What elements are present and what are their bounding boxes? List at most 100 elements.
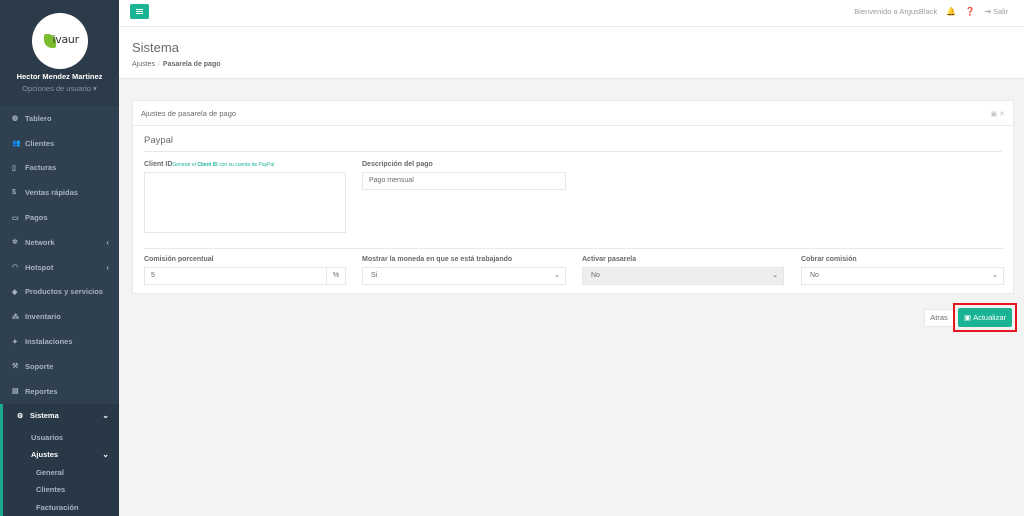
- client-id-label: Client IDGenerar el Client ID con su cue…: [144, 161, 274, 168]
- percent-addon: %: [326, 267, 345, 285]
- sidebar-subitem-ajustes[interactable]: Ajustes ⌄: [3, 446, 119, 464]
- panel-header: Ajustes de pasarela de pago ▣ ✕: [133, 101, 1013, 126]
- section-title-paypal: Paypal: [144, 135, 1002, 152]
- wrench-icon: ⚒: [12, 363, 19, 371]
- sidebar-item-label: Sistema: [30, 411, 59, 421]
- chevron-left-icon: ‹: [106, 237, 109, 247]
- breadcrumb: Ajustes / Pasarela de pago: [132, 61, 1024, 68]
- sidebar-item-instalaciones[interactable]: ✦ Instalaciones: [0, 329, 119, 354]
- activate-gateway-select[interactable]: No ⌄: [582, 267, 784, 285]
- chevron-down-icon: ⌄: [102, 411, 109, 421]
- hint-text-pre: Generar el: [172, 162, 197, 168]
- panel-body: Paypal Client IDGenerar el Client ID con…: [133, 126, 1013, 294]
- sidebar-item-reportes[interactable]: ▤ Reportes: [0, 379, 119, 404]
- hint-text-bold: Client ID: [197, 162, 218, 168]
- report-icon: ▤: [12, 388, 19, 396]
- sidebar-item-label: Soporte: [25, 361, 54, 371]
- payment-description-label: Descripción del pago: [362, 161, 433, 168]
- page-title: Sistema: [132, 40, 179, 55]
- sidebar-item-productos[interactable]: ◆ Productos y servicios: [0, 280, 119, 305]
- commission-label: Comisión porcentual: [144, 256, 214, 263]
- sidebar-subitem-clientes[interactable]: Clientes: [3, 481, 119, 499]
- sidebar-item-pagos[interactable]: ▭ Pagos: [0, 205, 119, 230]
- help-icon[interactable]: ❓: [965, 7, 975, 16]
- tag-icon: ◆: [12, 288, 18, 296]
- panel-tools: ▣ ✕: [991, 110, 1005, 118]
- sidebar-item-tablero[interactable]: ◍ Tablero: [0, 106, 119, 131]
- commission-value: 5: [151, 272, 155, 279]
- sidebar-item-network[interactable]: ✲ Network ‹: [0, 230, 119, 255]
- payments-icon: ▭: [12, 214, 19, 222]
- collapse-icon[interactable]: ▣: [991, 111, 998, 118]
- top-navbar: Bienvenido a ArgusBlack 🔔 ❓ ⇥ Salir: [119, 0, 1024, 27]
- client-id-hint[interactable]: Generar el Client ID con su cuenta de Pa…: [172, 162, 274, 168]
- commission-input[interactable]: 5%: [144, 267, 346, 285]
- sidebar-subitem-label: Ajustes: [31, 450, 59, 460]
- close-icon[interactable]: ✕: [999, 111, 1005, 118]
- hint-text-post: con su cuenta de PayPal: [219, 162, 275, 168]
- breadcrumb-separator: /: [157, 61, 160, 68]
- tools-icon: ✦: [12, 338, 18, 346]
- file-icon: ▯: [12, 164, 16, 172]
- currency-select[interactable]: Si ⌄: [362, 267, 566, 285]
- inventory-icon: ⁂: [12, 313, 19, 321]
- dashboard-icon: ◍: [12, 115, 19, 123]
- sidebar-item-label: Reportes: [25, 386, 58, 396]
- sidebar-subitem-usuarios[interactable]: Usuarios: [3, 428, 119, 446]
- sidebar-nav: ◍ Tablero 👥 Clientes ▯ Facturas $ Ventas ráp…: [0, 106, 119, 429]
- welcome-text: Bienvenido a ArgusBlack: [854, 7, 938, 16]
- sidebar-item-facturas[interactable]: ▯ Facturas: [0, 156, 119, 181]
- sidebar-subitem-general[interactable]: General: [3, 463, 119, 481]
- client-id-label-text: Client ID: [144, 161, 173, 168]
- sidebar-item-soporte[interactable]: ⚒ Soporte: [0, 354, 119, 379]
- sidebar-item-label: Instalaciones: [25, 337, 73, 347]
- activate-gateway-label: Activar pasarela: [582, 256, 637, 263]
- users-icon: 👥: [12, 140, 21, 148]
- update-button[interactable]: ▣ Actualizar: [958, 308, 1012, 327]
- sidebar-item-clientes[interactable]: 👥 Clientes: [0, 131, 119, 156]
- chevron-down-icon: ⌄: [554, 272, 560, 279]
- user-name: Hector Mendez Martinez: [16, 72, 103, 81]
- charge-commission-value: No: [810, 272, 819, 279]
- sidebar: ivaur Hector Mendez Martinez Opciones de…: [0, 0, 119, 516]
- currency-value: Si: [371, 272, 378, 279]
- sidebar-item-label: Network: [25, 237, 55, 247]
- hamburger-icon: [136, 9, 143, 14]
- panel-title: Ajustes de pasarela de pago: [141, 109, 237, 118]
- network-icon: ✲: [12, 239, 18, 247]
- currency-label: Mostrar la moneda en que se está trabaja…: [362, 256, 513, 263]
- activate-gateway-value: No: [591, 272, 600, 279]
- sidebar-item-label: Hotspot: [25, 262, 54, 272]
- section-divider: [144, 248, 1004, 249]
- sidebar-item-hotspot[interactable]: ◠ Hotspot ‹: [0, 255, 119, 280]
- payment-description-input[interactable]: Pago mensual: [362, 172, 566, 190]
- sidebar-item-label: Pagos: [25, 213, 48, 223]
- sidebar-item-label: Tablero: [25, 113, 52, 123]
- back-button[interactable]: Atras: [924, 309, 954, 327]
- sidebar-item-inventario[interactable]: ⁂ Inventario: [0, 304, 119, 329]
- update-button-highlight: ▣ Actualizar: [953, 303, 1017, 332]
- logo-text: ivaur: [52, 33, 80, 46]
- save-icon: ▣: [963, 313, 972, 322]
- company-logo: ivaur: [31, 13, 88, 69]
- chevron-down-icon: ⌄: [992, 272, 998, 279]
- update-label: Actualizar: [973, 313, 1007, 322]
- sign-out-icon: ⇥: [984, 7, 991, 16]
- profile-area: ivaur Hector Mendez Martinez Opciones de…: [0, 0, 119, 106]
- menu-toggle-button[interactable]: [130, 4, 149, 19]
- gateway-settings-panel: Ajustes de pasarela de pago ▣ ✕ Paypal C…: [132, 100, 1014, 294]
- chevron-down-icon: ⌄: [102, 450, 109, 460]
- sidebar-item-ventas-rapidas[interactable]: $ Ventas rápidas: [0, 180, 119, 205]
- dollar-icon: $: [12, 189, 16, 197]
- sidebar-item-label: Ventas rápidas: [25, 188, 78, 198]
- sidebar-item-sistema[interactable]: ⚙ Sistema ⌄: [0, 403, 119, 429]
- wifi-icon: ◠: [12, 264, 19, 272]
- chevron-down-icon: ⌄: [772, 272, 778, 279]
- client-id-textarea[interactable]: [144, 172, 346, 233]
- breadcrumb-ajustes[interactable]: Ajustes: [132, 61, 155, 68]
- bell-icon[interactable]: 🔔: [946, 7, 956, 16]
- logout-link[interactable]: ⇥ Salir: [984, 7, 1008, 16]
- user-options-dropdown[interactable]: Opciones de usuario ▾: [0, 84, 119, 93]
- sidebar-subitem-facturacion[interactable]: Facturación: [3, 498, 119, 516]
- charge-commission-select[interactable]: No ⌄: [801, 267, 1004, 285]
